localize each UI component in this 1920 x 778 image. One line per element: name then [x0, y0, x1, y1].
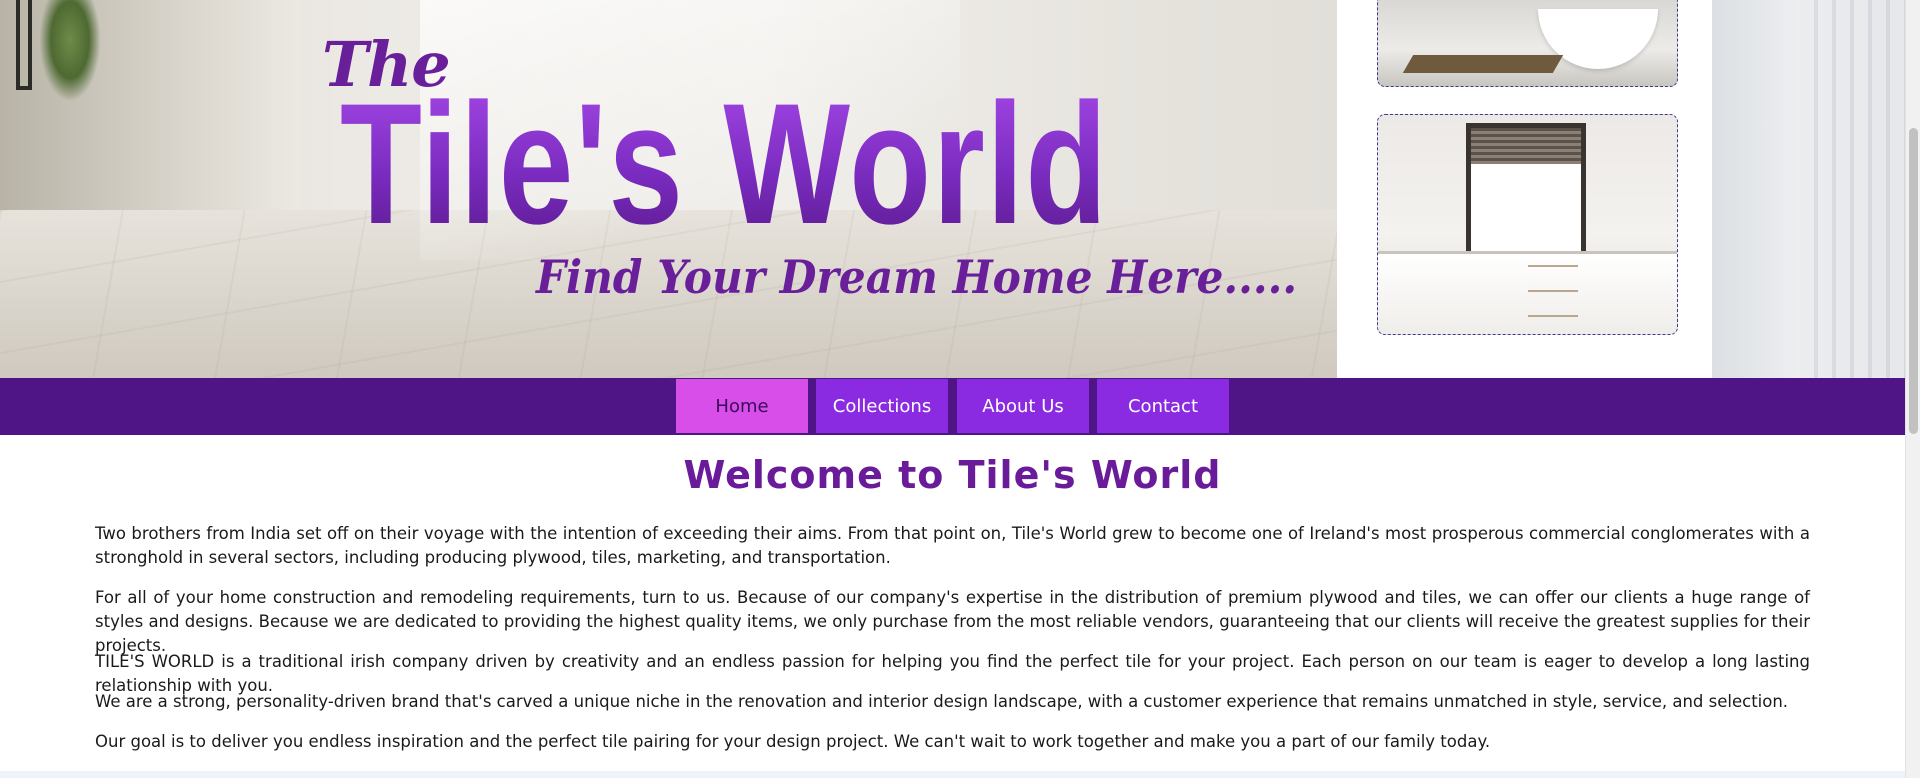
nav-about-us[interactable]: About Us [957, 379, 1089, 433]
brand-paragraph: We are a strong, personality-driven bran… [95, 692, 1789, 711]
main-content: Welcome to Tile's World Two brothers fro… [0, 435, 1905, 771]
page-title: Welcome to Tile's World [683, 453, 1222, 497]
window-blind [1471, 128, 1581, 164]
kitchen-counter [1378, 251, 1677, 334]
vertical-scrollbar[interactable] [1905, 0, 1920, 778]
nav-collections[interactable]: Collections [816, 379, 948, 433]
logo-title: Tile's World [340, 68, 1109, 260]
kitchen-window [1466, 123, 1586, 261]
page-bottom-strip [0, 771, 1905, 778]
scrollbar-thumb[interactable] [1909, 128, 1918, 434]
hero-banner: The Tile's World Find Your Dream Home He… [0, 0, 1905, 378]
kitchen-thumbnail[interactable] [1377, 114, 1678, 335]
nav-contact[interactable]: Contact [1097, 379, 1229, 433]
nav-home[interactable]: Home [676, 379, 808, 433]
intro-paragraph: Two brothers from India set off on their… [95, 524, 1810, 567]
bathroom-thumbnail[interactable] [1377, 0, 1678, 87]
drawer-handle [1528, 290, 1578, 292]
drawer-handle [1528, 265, 1578, 267]
bath-mat-shape [1402, 55, 1564, 73]
drawer-handle [1528, 315, 1578, 317]
goal-paragraph: Our goal is to deliver you endless inspi… [95, 732, 1491, 751]
logo-tagline: Find Your Dream Home Here..... [536, 250, 1298, 304]
services-paragraph: For all of your home construction and re… [95, 588, 1810, 655]
main-navigation: Home Collections About Us Contact [0, 378, 1905, 435]
hero-door-frame [16, 0, 32, 90]
hero-plant [40, 0, 100, 100]
hero-curtain [1800, 0, 1905, 378]
